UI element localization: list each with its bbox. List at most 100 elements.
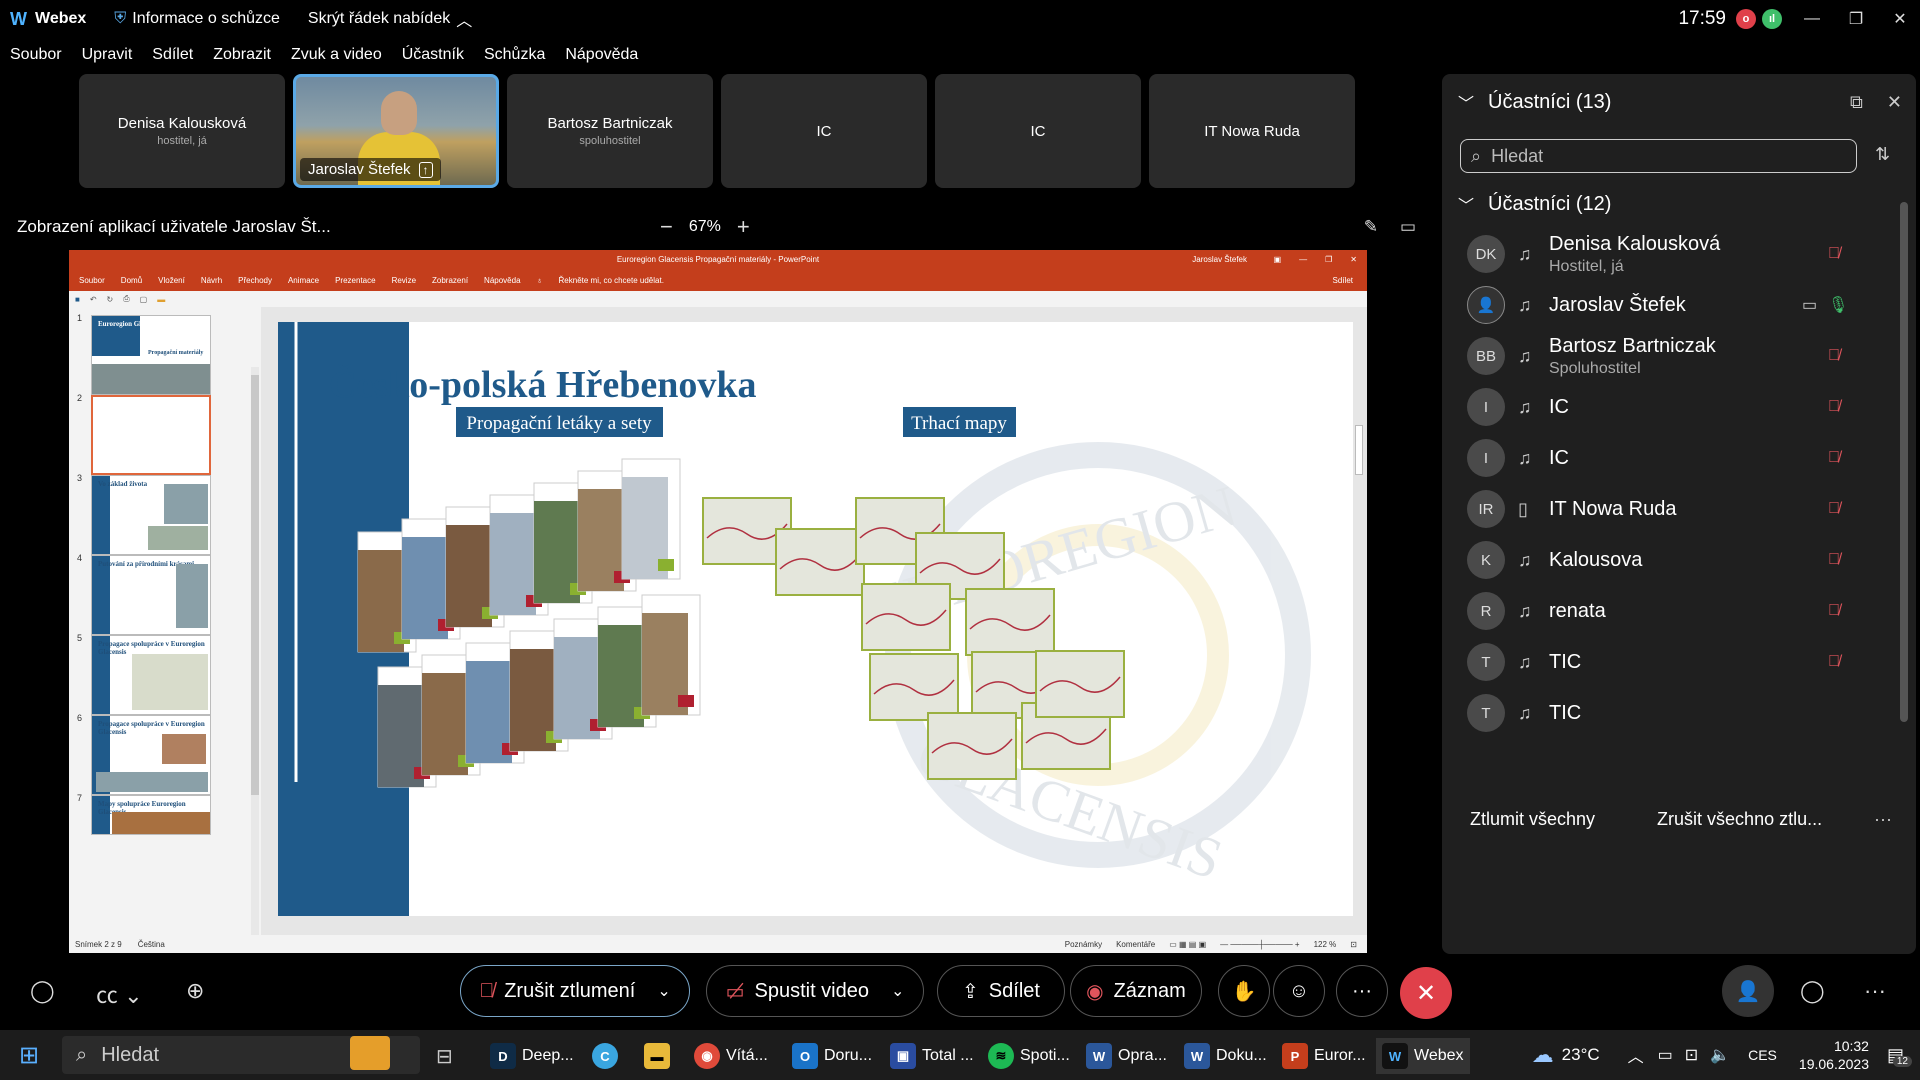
recording-indicator-icon[interactable]: o bbox=[1736, 9, 1756, 29]
muted-mic-icon[interactable]: 🎙̸ bbox=[1828, 449, 1840, 467]
muted-mic-icon[interactable]: 🎙̸ bbox=[1828, 653, 1840, 671]
open-icon[interactable]: ▬ bbox=[157, 295, 165, 304]
participant-row[interactable]: K ♫ Kalousova 🎙̸ bbox=[1442, 534, 1882, 586]
menu-soubor[interactable]: Soubor bbox=[10, 46, 62, 64]
annotate-icon[interactable]: ✎ bbox=[1364, 217, 1378, 237]
muted-mic-icon[interactable]: 🎙̸ bbox=[1828, 398, 1840, 416]
participant-row[interactable]: 👤 ♫ Jaroslav Štefek ▭ 🎙 bbox=[1442, 279, 1882, 331]
ppt-tell-me-input[interactable]: Řekněte mi, co chcete udělat. bbox=[559, 276, 664, 285]
briefcase-icon[interactable] bbox=[350, 1036, 390, 1070]
more-options-button[interactable]: ··· bbox=[1336, 965, 1388, 1017]
taskbar-app-total-commander[interactable]: ▣ Total ... bbox=[890, 1038, 974, 1074]
new-icon[interactable]: ▢ bbox=[140, 295, 148, 304]
slide-thumbnail[interactable]: Propagace spolupráce v Euroregion Glacen… bbox=[91, 715, 211, 795]
chevron-down-icon[interactable]: ﹀ bbox=[1458, 90, 1474, 114]
video-tile[interactable]: IC bbox=[721, 74, 927, 188]
network-icon[interactable]: ⊡ bbox=[1685, 1045, 1698, 1065]
participants-button[interactable]: 👤 bbox=[1722, 965, 1774, 1017]
ppt-share-button[interactable]: Sdílet bbox=[1333, 276, 1353, 285]
request-control-icon[interactable]: ▭ bbox=[1400, 217, 1416, 237]
chevron-down-icon[interactable]: ⌄ bbox=[657, 981, 670, 1001]
ppt-tab-vlozeni[interactable]: Vložení bbox=[158, 276, 185, 285]
ppt-tab-revize[interactable]: Revize bbox=[392, 276, 416, 285]
menu-schuzka[interactable]: Schůzka bbox=[484, 46, 545, 64]
close-panel-icon[interactable]: ✕ bbox=[1887, 92, 1902, 113]
slide-thumbnail-selected[interactable] bbox=[91, 395, 211, 475]
slide-thumbnail[interactable]: Propagace spolupráce v Euroregion Glacen… bbox=[91, 635, 211, 715]
meeting-info-button[interactable]: ⛨ Informace o schůzce bbox=[114, 10, 280, 28]
status-ring-icon[interactable]: ◯ bbox=[30, 978, 55, 1004]
globe-icon[interactable]: ⊕ bbox=[186, 978, 204, 1004]
muted-mic-icon[interactable]: 🎙̸ bbox=[1828, 245, 1840, 263]
menu-ucastnik[interactable]: Účastník bbox=[402, 46, 464, 64]
ppt-tab-soubor[interactable]: Soubor bbox=[79, 276, 105, 285]
zoom-in-button[interactable]: + bbox=[737, 214, 750, 240]
menu-napoveda[interactable]: Nápověda bbox=[565, 46, 638, 64]
participant-row[interactable]: R ♫ renata 🎙̸ bbox=[1442, 585, 1882, 637]
restore-icon[interactable]: ❐ bbox=[1836, 0, 1876, 38]
fit-slide-icon[interactable]: ⊡ bbox=[1350, 940, 1357, 949]
ppt-tab-prezentace[interactable]: Prezentace bbox=[335, 276, 375, 285]
video-tile[interactable]: IC bbox=[935, 74, 1141, 188]
closed-captions-icon[interactable]: ㏄ ⌄ bbox=[96, 978, 143, 1010]
taskbar-app-deepl[interactable]: D Deep... bbox=[490, 1038, 574, 1074]
ppt-tab-zobrazeni[interactable]: Zobrazení bbox=[432, 276, 468, 285]
camera-icon[interactable]: ▭ bbox=[1802, 295, 1817, 315]
undo-icon[interactable]: ↶ bbox=[90, 295, 97, 304]
mute-all-button[interactable]: Ztlumit všechny bbox=[1470, 809, 1595, 830]
slide-thumbnail[interactable]: Putování za přírodními krásami bbox=[91, 555, 211, 635]
language-status[interactable]: Čeština bbox=[138, 940, 165, 949]
volume-icon[interactable]: 🔈 bbox=[1710, 1045, 1730, 1065]
participant-row[interactable]: BB ♫ Bartosz Bartniczak Spoluhostitel 🎙̸ bbox=[1442, 330, 1882, 382]
tray-chevron-icon[interactable]: ︿ bbox=[1628, 1043, 1644, 1067]
taskbar-app-powerpoint[interactable]: P Euror... bbox=[1282, 1038, 1366, 1074]
taskbar-app-webex[interactable]: W Webex bbox=[1376, 1038, 1470, 1074]
video-tile-active-speaker[interactable]: Jaroslav Štefek ↑ bbox=[293, 74, 499, 188]
start-video-button[interactable]: ▭̸ Spustit video ⌄ bbox=[706, 965, 924, 1017]
taskbar-clock[interactable]: 10:32 19.06.2023 bbox=[1799, 1037, 1869, 1073]
thumbnails-scrollbar[interactable] bbox=[251, 367, 259, 953]
print-icon[interactable]: ⎙ bbox=[123, 294, 129, 304]
ppt-tab-napoveda[interactable]: Nápověda bbox=[484, 276, 520, 285]
save-icon[interactable]: ■ bbox=[75, 295, 80, 304]
chevron-down-icon[interactable]: ⌄ bbox=[891, 981, 904, 1001]
slide-thumbnail[interactable]: Mapy spolupráce Euroregion Glacensis bbox=[91, 795, 211, 835]
participants-scrollbar[interactable] bbox=[1900, 186, 1908, 790]
video-tile[interactable]: Bartosz Bartniczak spoluhostitel bbox=[507, 74, 713, 188]
ppt-tab-animace[interactable]: Animace bbox=[288, 276, 319, 285]
share-button[interactable]: ⇪ Sdílet bbox=[937, 965, 1065, 1017]
chat-icon[interactable]: ◯ bbox=[1800, 978, 1825, 1004]
notes-button[interactable]: Poznámky bbox=[1065, 940, 1102, 949]
muted-mic-icon[interactable]: 🎙̸ bbox=[1828, 602, 1840, 620]
network-health-icon[interactable]: ıl bbox=[1762, 9, 1782, 29]
muted-mic-icon[interactable]: 🎙̸ bbox=[1828, 551, 1840, 569]
reactions-button[interactable]: ☺ bbox=[1273, 965, 1325, 1017]
ppt-ribbon-display-icon[interactable]: ▣ bbox=[1274, 255, 1282, 264]
ppt-close-icon[interactable]: ✕ bbox=[1350, 255, 1357, 264]
video-tile[interactable]: Denisa Kalousková hostitel, já bbox=[79, 74, 285, 188]
zoom-out-button[interactable]: − bbox=[660, 214, 673, 240]
participant-row[interactable]: T ♫ TIC bbox=[1442, 687, 1882, 739]
record-button[interactable]: ◉ Záznam bbox=[1070, 965, 1202, 1017]
ppt-restore-icon[interactable]: ❐ bbox=[1325, 255, 1332, 264]
participant-row[interactable]: T ♫ TIC 🎙̸ bbox=[1442, 636, 1882, 688]
menu-upravit[interactable]: Upravit bbox=[82, 46, 133, 64]
slide-thumbnail[interactable]: Vo základ života bbox=[91, 475, 211, 555]
taskbar-app-word-2[interactable]: W Doku... bbox=[1184, 1038, 1267, 1074]
participant-row[interactable]: I ♫ IC 🎙̸ bbox=[1442, 432, 1882, 484]
participant-row[interactable]: DK ♫ Denisa Kalousková Hostitel, já 🎙̸ bbox=[1442, 228, 1882, 280]
weather-temp[interactable]: 23°C bbox=[1562, 1045, 1600, 1065]
taskbar-app-canva[interactable]: C bbox=[592, 1038, 618, 1074]
taskbar-app-chrome[interactable]: ◉ Vítá... bbox=[694, 1038, 768, 1074]
video-tile[interactable]: IT Nowa Ruda bbox=[1149, 74, 1355, 188]
muted-mic-icon[interactable]: 🎙̸ bbox=[1828, 500, 1840, 518]
more-options-icon[interactable]: ··· bbox=[1874, 809, 1892, 830]
redo-icon[interactable]: ↻ bbox=[107, 295, 114, 304]
more-panels-icon[interactable]: ··· bbox=[1864, 978, 1886, 1004]
participant-search-input[interactable]: ⌕ Hledat bbox=[1460, 139, 1857, 173]
menu-sdilet[interactable]: Sdílet bbox=[152, 46, 193, 64]
taskbar-app-explorer[interactable]: ▬ bbox=[644, 1038, 670, 1074]
slide-thumbnail[interactable]: Euroregion Glacensis Propagační materiál… bbox=[91, 315, 211, 395]
close-icon[interactable]: ✕ bbox=[1880, 0, 1920, 38]
participant-row[interactable]: I ♫ IC 🎙̸ bbox=[1442, 381, 1882, 433]
